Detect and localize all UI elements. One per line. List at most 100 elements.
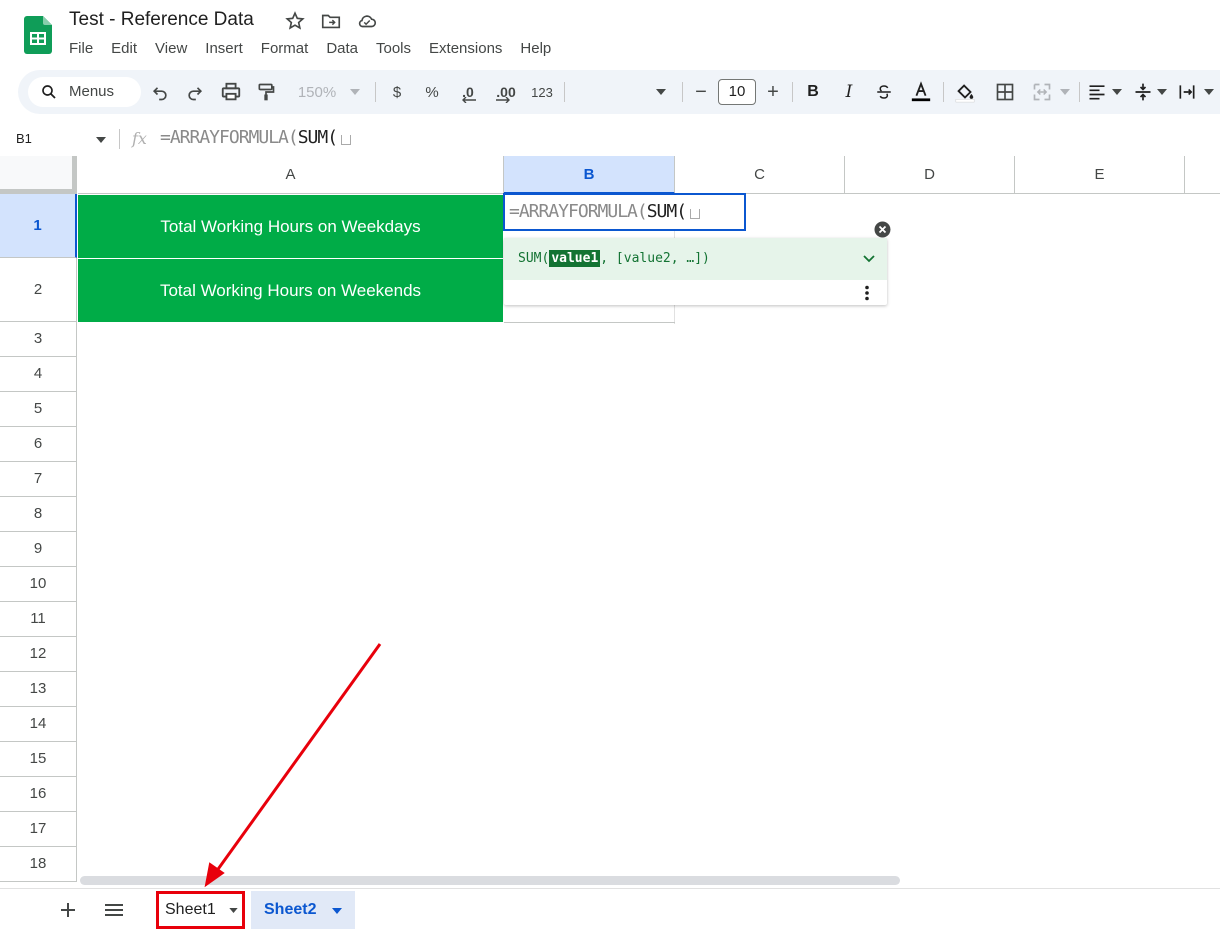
cell-editor-text: =ARRAYFORMULA(SUM( [509,201,701,222]
menu-help[interactable]: Help [511,39,560,59]
redo-button[interactable] [183,80,207,104]
row-header-11[interactable]: 11 [0,602,77,637]
cell-b1-editor[interactable]: =ARRAYFORMULA(SUM( [503,193,746,231]
row-header-2[interactable]: 2 [0,258,77,322]
italic-button[interactable]: I [838,80,860,104]
fill-color-button[interactable] [953,80,977,104]
currency-format-button[interactable]: $ [386,80,408,104]
row-header-13[interactable]: 13 [0,672,77,707]
row-header-17[interactable]: 17 [0,812,77,847]
expand-chevron-icon[interactable] [863,255,875,263]
toolbar: Menus 150% $ % .0 .00 123 − 10 + B I [18,70,1220,114]
menu-file[interactable]: File [60,39,102,59]
row-header-9[interactable]: 9 [0,532,77,567]
row-header-5[interactable]: 5 [0,392,77,427]
star-icon[interactable] [284,10,306,32]
bold-button[interactable]: B [802,80,824,104]
text-color-icon [911,81,931,102]
row-header-14[interactable]: 14 [0,707,77,742]
font-size-input[interactable]: 10 [718,79,756,105]
merge-cells-button[interactable] [1030,80,1054,104]
print-button[interactable] [218,80,244,104]
all-sheets-menu-icon[interactable] [105,904,123,916]
row-header-16[interactable]: 16 [0,777,77,812]
menu-insert[interactable]: Insert [196,39,252,59]
name-box-caret-icon[interactable] [96,137,106,143]
menu-extensions[interactable]: Extensions [420,39,511,59]
text-wrapping-icon [1179,85,1195,99]
row-header-7[interactable]: 7 [0,462,77,497]
text-wrapping-button[interactable] [1176,80,1198,104]
column-header-d[interactable]: D [845,156,1015,194]
sheet-tab-label: Sheet2 [264,901,317,918]
borders-button[interactable] [993,80,1017,104]
cell-a1[interactable]: Total Working Hours on Weekdays [78,195,503,259]
cloud-status-icon[interactable] [356,10,378,32]
decrease-font-size-button[interactable]: − [690,80,712,104]
toolbar-divider [943,82,944,102]
sheet-tab-sheet2[interactable]: Sheet2 [251,891,355,929]
menu-view[interactable]: View [146,39,196,59]
column-header-c[interactable]: C [675,156,845,194]
toolbar-divider [792,82,793,102]
number-format-button[interactable]: 123 [528,80,556,104]
row-header-15[interactable]: 15 [0,742,77,777]
function-signature: SUM(value1, [value2, …]) [518,250,710,267]
row-header-3[interactable]: 3 [0,322,77,357]
function-signature-row[interactable]: SUM(value1, [value2, …]) [504,238,887,280]
paint-format-button[interactable] [254,80,278,104]
add-sheet-icon[interactable] [61,903,75,917]
menu-tools[interactable]: Tools [367,39,420,59]
app-header: Test - Reference Data File Edit View Ins… [0,0,1220,70]
text-color-button[interactable] [909,80,933,104]
more-options-icon[interactable] [864,285,870,301]
row-header-18[interactable]: 18 [0,847,77,882]
menu-edit[interactable]: Edit [102,39,146,59]
formula-outer-function: =ARRAYFORMULA( [160,127,299,148]
name-box[interactable]: B1 [16,131,32,146]
row-header-1[interactable]: 1 [0,194,77,258]
row-header-6[interactable]: 6 [0,427,77,462]
column-header-a[interactable]: A [78,156,504,194]
column-header-e[interactable]: E [1015,156,1185,194]
formula-input[interactable]: =ARRAYFORMULA(SUM( [160,127,352,148]
close-hint-icon[interactable] [874,221,891,238]
select-all-corner[interactable] [0,156,77,194]
column-header-f[interactable] [1185,156,1220,194]
merge-cells-icon [1033,83,1051,101]
vertical-align-button[interactable] [1132,80,1154,104]
row-header-4[interactable]: 4 [0,357,77,392]
percent-format-button[interactable]: % [421,80,443,104]
align-left-icon [1089,85,1105,100]
cell-border [504,322,675,323]
toolbar-divider [375,82,376,102]
menus-search-button[interactable]: Menus [28,77,141,107]
borders-icon [996,83,1014,101]
sheet-tab-caret-icon[interactable] [229,908,238,913]
sheet-tab-caret-icon[interactable] [332,908,342,914]
undo-button[interactable] [148,80,172,104]
arrow-right-icon [496,97,510,103]
menu-data[interactable]: Data [317,39,367,59]
hint-function-name: SUM( [518,251,550,266]
move-folder-icon[interactable] [320,10,342,32]
strikethrough-button[interactable] [873,80,895,104]
formula-bar-divider [119,129,120,149]
sheets-logo-icon[interactable] [24,16,52,54]
column-header-b[interactable]: B [504,156,675,194]
sheet-tab-sheet1[interactable]: Sheet1 [156,891,245,929]
cell-a2[interactable]: Total Working Hours on Weekends [78,259,503,323]
fx-icon: fx [132,129,147,148]
row-header-12[interactable]: 12 [0,637,77,672]
horizontal-scrollbar[interactable] [80,876,900,885]
menu-format[interactable]: Format [252,39,318,59]
increase-font-size-button[interactable]: + [762,80,784,104]
spreadsheet-grid: A B C D E 1 2 3 4 5 6 7 8 9 10 11 12 13 14 15 16 17 18 To… [0,156,1220,886]
formula-inner-function: SUM( [297,127,338,148]
horizontal-align-button[interactable] [1086,80,1108,104]
row-header-8[interactable]: 8 [0,497,77,532]
row-header-10[interactable]: 10 [0,567,77,602]
arrow-left-icon [462,97,476,103]
zoom-select[interactable]: 150% [292,80,342,104]
document-title[interactable]: Test - Reference Data [69,9,254,31]
